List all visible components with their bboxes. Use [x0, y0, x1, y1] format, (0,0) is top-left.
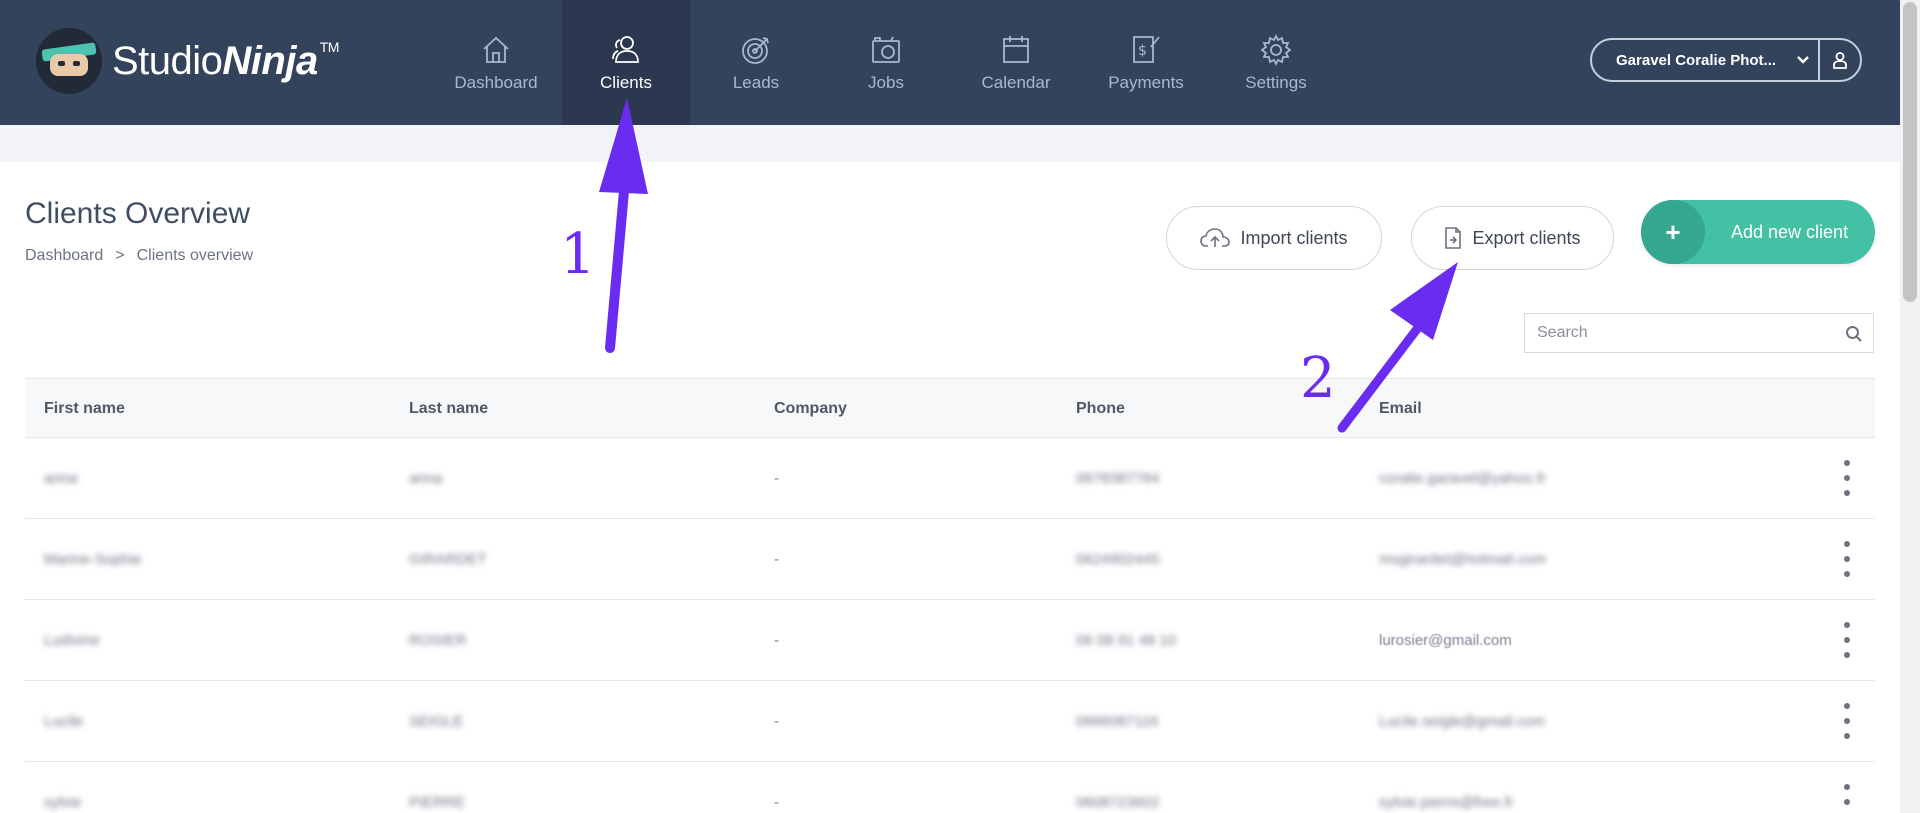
annotation-number-1: 1 — [560, 222, 596, 287]
table-row[interactable]: anna anna - 0678387764 coralie.garavel@y… — [25, 438, 1875, 519]
cell-last-name: anna — [409, 470, 443, 487]
row-more-options-icon[interactable] — [1837, 460, 1857, 496]
cell-company: - — [774, 713, 779, 730]
add-new-client-button[interactable]: + Add new client — [1641, 200, 1875, 264]
account-switcher[interactable]: Garavel Coralie Phot... — [1590, 38, 1862, 82]
nav-label-settings: Settings — [1245, 72, 1307, 92]
page-scrollbar-thumb[interactable] — [1903, 2, 1917, 302]
column-header-email[interactable]: Email — [1379, 379, 1422, 439]
row-more-options-icon[interactable] — [1837, 541, 1857, 577]
target-icon — [742, 36, 769, 64]
nav-item-settings[interactable]: Settings — [1212, 0, 1340, 125]
cell-company: - — [774, 794, 779, 811]
import-clients-button[interactable]: Import clients — [1166, 206, 1382, 270]
row-more-options-icon[interactable] — [1837, 784, 1857, 813]
column-header-company[interactable]: Company — [774, 379, 847, 439]
account-name[interactable]: Garavel Coralie Phot... — [1592, 52, 1788, 69]
brand-name: StudioNinja TM — [112, 39, 339, 84]
cell-first-name: sylvie — [44, 794, 82, 811]
cell-first-name: Marine-Sophie — [44, 551, 142, 568]
nav-label-jobs: Jobs — [868, 72, 904, 92]
export-clients-label: Export clients — [1472, 227, 1581, 248]
column-header-first-name[interactable]: First name — [44, 379, 125, 439]
nav-item-dashboard[interactable]: Dashboard — [432, 0, 560, 125]
cell-first-name: anna — [44, 470, 78, 487]
camera-icon — [872, 36, 900, 63]
cell-last-name: GIRARDET — [409, 551, 487, 568]
column-header-last-name[interactable]: Last name — [409, 379, 488, 439]
brand-studio: Studio — [112, 38, 223, 83]
cell-email: Lucile.seigle@gmail.com — [1379, 713, 1546, 730]
table-header: First name Last name Company Phone Email — [25, 378, 1875, 438]
search-box — [1524, 313, 1874, 353]
svg-text:$: $ — [1138, 43, 1147, 59]
sub-header-strip — [0, 125, 1900, 162]
cell-phone: 0678387764 — [1076, 470, 1160, 487]
cell-email: coralie.garavel@yahoo.fr — [1379, 470, 1546, 487]
clients-table: First name Last name Company Phone Email… — [25, 378, 1875, 813]
brand-ninja: Ninja — [222, 38, 318, 83]
nav-item-calendar[interactable]: Calendar — [952, 0, 1080, 125]
row-more-options-icon[interactable] — [1837, 703, 1857, 739]
cell-first-name: Ludivine — [44, 632, 100, 649]
brand-trademark: TM — [319, 38, 340, 55]
ninja-mascot-icon — [36, 28, 102, 94]
add-new-client-label: Add new client — [1731, 221, 1849, 242]
search-input[interactable] — [1525, 314, 1873, 352]
cell-phone: 0608723602 — [1076, 794, 1160, 811]
nav-item-jobs[interactable]: Jobs — [822, 0, 950, 125]
table-row[interactable]: sylvie PIERRE - 0608723602 sylvie.pierre… — [25, 762, 1875, 813]
nav-label-calendar: Calendar — [981, 72, 1051, 92]
annotation-number-2: 2 — [1300, 346, 1336, 411]
plus-icon: + — [1641, 200, 1705, 264]
row-more-options-icon[interactable] — [1837, 622, 1857, 658]
search-icon[interactable] — [1845, 325, 1863, 343]
cell-last-name: PIERRE — [409, 794, 465, 811]
nav-label-payments: Payments — [1108, 72, 1184, 92]
export-file-icon — [1445, 227, 1462, 249]
table-row[interactable]: Ludivine ROSIER - 06 08 91 48 10 lurosie… — [25, 600, 1875, 681]
nav-label-leads: Leads — [732, 72, 780, 92]
export-clients-button[interactable]: Export clients — [1411, 206, 1614, 270]
cell-first-name: Lucile — [44, 713, 84, 730]
cell-last-name: ROSIER — [409, 632, 467, 649]
breadcrumb-separator: > — [115, 247, 125, 264]
column-header-phone[interactable]: Phone — [1076, 379, 1125, 439]
cell-phone: 06 08 91 48 10 — [1076, 632, 1177, 649]
breadcrumb-current: Clients overview — [136, 247, 254, 264]
cell-phone: 0624902445 — [1076, 551, 1160, 568]
cell-email: msgirardet@hotmail.com — [1379, 551, 1546, 568]
home-icon — [483, 36, 509, 63]
cell-company: - — [774, 551, 779, 568]
cell-company: - — [774, 632, 779, 649]
top-navigation-bar: StudioNinja TM Dashboard Clients Leads Jo… — [0, 0, 1900, 125]
table-row[interactable]: Marine-Sophie GIRARDET - 0624902445 msgi… — [25, 519, 1875, 600]
breadcrumb-dashboard-link[interactable]: Dashboard — [25, 247, 103, 265]
nav-item-clients[interactable]: Clients — [562, 0, 690, 125]
nav-item-payments[interactable]: $ Payments — [1082, 0, 1210, 125]
breadcrumb: Dashboard > Clients overview — [25, 247, 253, 265]
import-clients-label: Import clients — [1240, 227, 1348, 248]
cell-email: lurosier@gmail.com — [1379, 632, 1512, 649]
cloud-upload-icon — [1200, 228, 1231, 247]
nav-item-leads[interactable]: Leads — [692, 0, 820, 125]
dollar-icon: $ — [1133, 35, 1160, 63]
table-row[interactable]: Lucile SEIGLE - 0666087116 Lucile.seigle… — [25, 681, 1875, 762]
page-title: Clients Overview — [25, 197, 251, 230]
nav-label-clients: Clients — [600, 72, 652, 92]
cell-company: - — [774, 470, 779, 487]
cell-last-name: SEIGLE — [409, 713, 464, 730]
users-icon — [612, 35, 639, 63]
studio-ninja-logo[interactable]: StudioNinja TM — [36, 28, 339, 94]
calendar-icon — [1003, 35, 1029, 63]
cell-email: sylvie.pierre@free.fr — [1379, 794, 1514, 811]
user-profile-icon[interactable] — [1818, 40, 1860, 80]
cell-phone: 0666087116 — [1076, 713, 1159, 730]
nav-label-dashboard: Dashboard — [454, 72, 538, 92]
gear-icon — [1260, 33, 1292, 66]
chevron-down-icon[interactable] — [1788, 55, 1818, 65]
